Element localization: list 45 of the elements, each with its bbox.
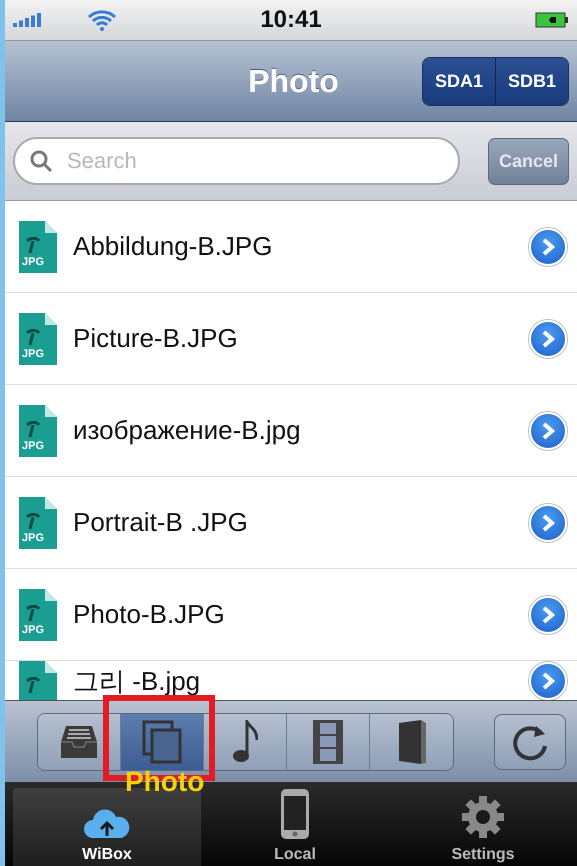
jpg-file-icon: JPG	[19, 404, 57, 456]
jpg-file-icon: JPG	[19, 220, 57, 272]
disclosure-button[interactable]	[529, 412, 567, 450]
media-filter-button[interactable]	[204, 714, 287, 770]
film-strip-icon	[312, 718, 344, 764]
disclosure-button[interactable]	[529, 662, 567, 700]
file-name: 그리 -B.jpg	[73, 665, 202, 698]
music-note-icon	[232, 720, 258, 764]
tray-icon	[60, 724, 98, 760]
battery-charging-icon	[535, 12, 570, 28]
file-name: изображение-B.jpg	[73, 415, 302, 446]
media-filter-button[interactable]	[287, 714, 370, 770]
disclosure-button[interactable]	[529, 228, 567, 266]
book-icon	[396, 718, 426, 764]
nav-title: Photo	[247, 62, 340, 100]
media-filter-button[interactable]	[121, 714, 204, 770]
disclosure-button[interactable]	[529, 504, 567, 542]
search-field[interactable]: Search	[13, 137, 460, 185]
jpg-file-icon: JPG	[19, 312, 57, 364]
jpg-file-icon: JPG	[19, 588, 57, 640]
storage-segment[interactable]: SDA1	[422, 58, 496, 104]
status-time: 10:41	[260, 6, 322, 34]
tab-bar-item[interactable]: Settings	[389, 782, 577, 866]
file-name: Abbildung-B.JPG	[73, 231, 274, 262]
jpg-file-icon	[19, 661, 57, 700]
file-name: Picture-B.JPG	[73, 323, 239, 354]
cloud-upload-icon	[83, 808, 131, 840]
storage-segment[interactable]: SDB1	[496, 58, 568, 104]
disclosure-button[interactable]	[529, 596, 567, 634]
disclosure-button[interactable]	[529, 320, 567, 358]
file-row[interactable]: JPG Photo-B.JPG	[5, 569, 577, 661]
phone-icon	[280, 788, 310, 840]
refresh-button[interactable]	[494, 714, 566, 770]
photo-stack-icon	[142, 720, 182, 764]
settings-icon	[460, 794, 506, 840]
file-row[interactable]: JPG Abbildung-B.JPG	[5, 201, 577, 293]
wifi-icon	[87, 9, 117, 31]
file-name: Portrait-B .JPG	[73, 507, 249, 538]
file-row[interactable]: JPG изображение-B.jpg	[5, 385, 577, 477]
file-row[interactable]: JPG Picture-B.JPG	[5, 293, 577, 385]
jpg-file-icon: JPG	[19, 496, 57, 548]
file-name: Photo-B.JPG	[73, 599, 226, 630]
file-row[interactable]: JPG Portrait-B .JPG	[5, 477, 577, 569]
media-filter-button[interactable]	[38, 714, 121, 770]
media-filter-button[interactable]	[370, 714, 453, 770]
